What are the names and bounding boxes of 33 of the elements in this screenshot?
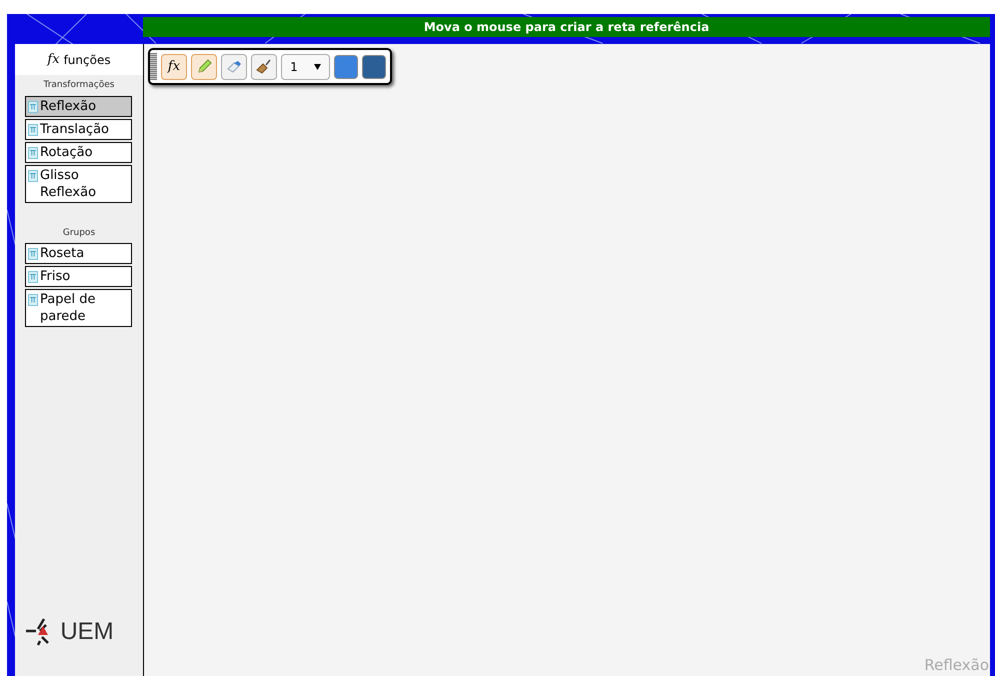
width-select[interactable]: 1 xyxy=(281,54,330,80)
sidebar-item[interactable]: Translação xyxy=(25,118,132,140)
sidebar-item[interactable]: Reflexão xyxy=(25,96,132,116)
mode-label: Reflexão xyxy=(924,654,989,676)
broom-icon xyxy=(256,58,272,74)
pi-icon xyxy=(28,170,38,182)
eraser-icon xyxy=(226,60,242,74)
section-title: Grupos xyxy=(62,226,96,240)
color-swatch[interactable] xyxy=(334,54,358,78)
functions-label: funções xyxy=(64,52,111,68)
sidebar-item[interactable]: Rotação xyxy=(25,142,132,162)
sidebar-item[interactable]: Papel de parede xyxy=(25,289,132,327)
fx-tool[interactable]: fx xyxy=(161,54,187,80)
broom-tool[interactable] xyxy=(251,54,277,80)
pi-icon xyxy=(28,124,38,136)
fx-label: fx xyxy=(47,50,60,69)
pi-icon xyxy=(28,100,38,112)
logo-text: UEM xyxy=(60,617,114,647)
sidebar-item[interactable]: Glisso Reflexão xyxy=(25,164,132,202)
status-banner: Mova o mouse para criar a reta referência xyxy=(143,17,990,37)
pencil-tool[interactable] xyxy=(191,54,217,80)
dropdown-icon xyxy=(314,64,321,70)
pi-icon xyxy=(28,248,38,260)
eraser-tool[interactable] xyxy=(221,54,247,80)
pencil-icon xyxy=(196,58,212,74)
section-title: Transformações xyxy=(42,79,116,92)
pi-icon xyxy=(28,294,38,306)
pi-icon xyxy=(28,271,38,283)
color-swatch[interactable] xyxy=(362,54,386,78)
sidebar-item[interactable]: Roseta xyxy=(25,243,132,264)
pi-icon xyxy=(28,146,38,158)
drag-handle[interactable] xyxy=(150,53,157,80)
sidebar-item[interactable]: Friso xyxy=(25,266,132,287)
